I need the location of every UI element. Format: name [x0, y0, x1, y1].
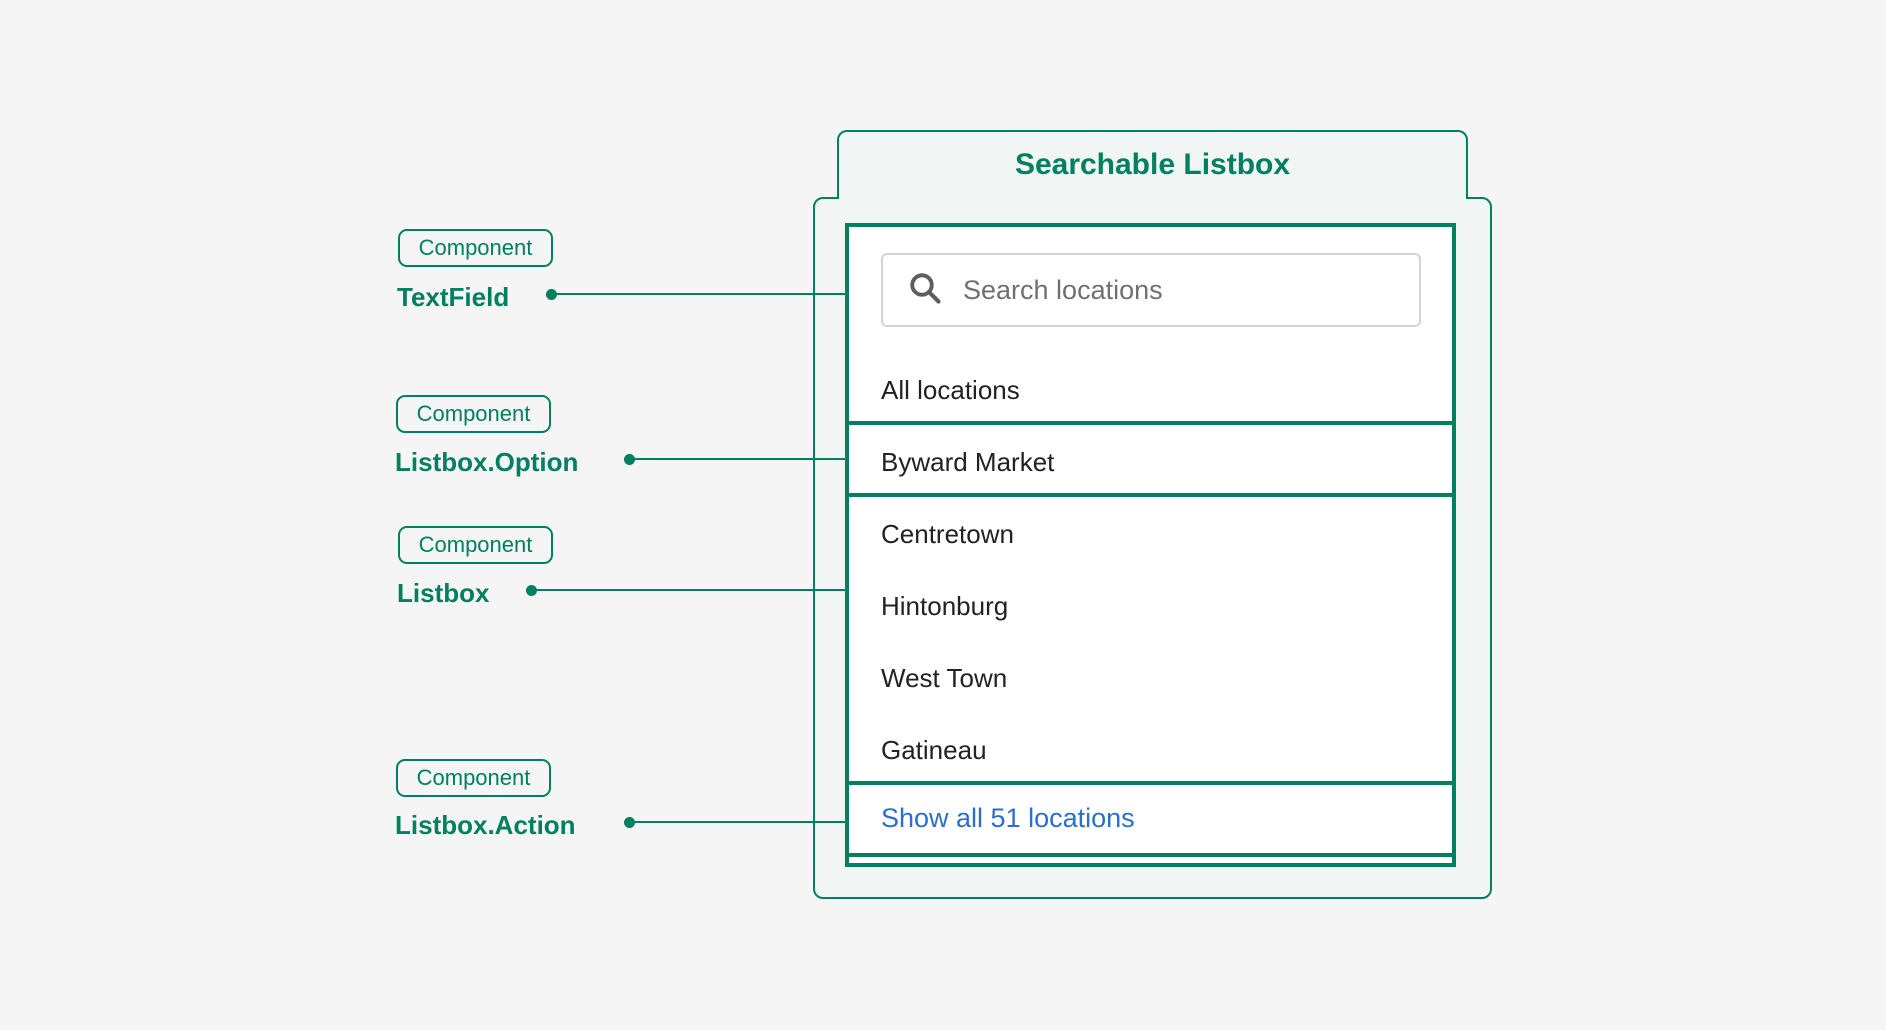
search-icon [907, 270, 943, 311]
connector-line [629, 458, 847, 460]
connector-line [531, 589, 847, 591]
listbox-option[interactable]: West Town [881, 663, 1007, 694]
component-badge: Component [398, 526, 553, 564]
component-badge: Component [396, 759, 551, 797]
search-input[interactable]: Search locations [881, 253, 1421, 327]
listbox-option[interactable]: Centretown [881, 519, 1014, 550]
panel-title: Searchable Listbox [1014, 148, 1291, 181]
show-all-action[interactable]: Show all 51 locations [881, 803, 1135, 834]
listbox-option[interactable]: Byward Market [881, 447, 1054, 478]
annotation-label: TextField [397, 282, 510, 312]
divider [845, 781, 1456, 785]
connector-line [629, 821, 847, 823]
annotation-label: Listbox [397, 578, 490, 608]
divider [845, 421, 1456, 425]
listbox-option[interactable]: All locations [881, 375, 1020, 406]
divider [845, 493, 1456, 497]
connector-line [551, 293, 847, 295]
tab-joint [839, 195, 1466, 201]
divider [845, 853, 1456, 857]
annotation-label: Listbox.Option [395, 447, 579, 477]
listbox-option[interactable]: Hintonburg [881, 591, 1008, 622]
annotation-label: Listbox.Action [395, 810, 576, 840]
component-badge: Component [398, 229, 553, 267]
search-placeholder: Search locations [963, 274, 1163, 305]
component-badge: Component [396, 395, 551, 433]
listbox-option[interactable]: Gatineau [881, 735, 987, 766]
